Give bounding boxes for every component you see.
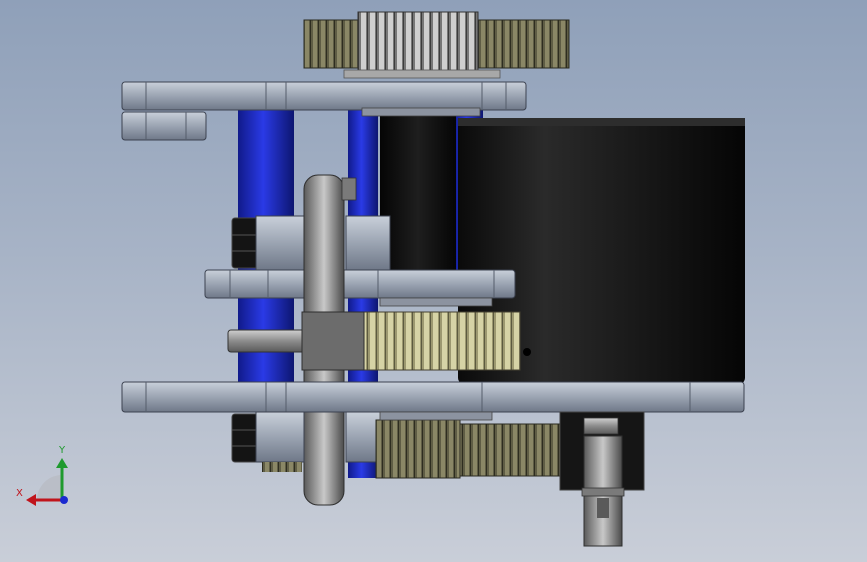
motor-shaft-housing	[380, 108, 456, 284]
lower-gear-hub	[375, 419, 461, 479]
triad-y-label: Y	[58, 445, 66, 456]
bottom-plate	[121, 381, 745, 413]
pulley-flange-top	[341, 177, 357, 201]
middle-plate-washer	[379, 297, 493, 307]
middle-plate	[204, 269, 516, 299]
spacer-upper	[255, 215, 305, 271]
triad-y-arrow	[56, 458, 68, 468]
spacer-lower	[255, 411, 305, 463]
top-plate	[121, 81, 527, 111]
triad-xy-plane	[37, 475, 62, 500]
top-plate-lip	[121, 111, 207, 141]
top-gear-hub	[357, 11, 479, 75]
triad-z-origin	[60, 496, 68, 504]
coordinate-triad: Y X	[16, 445, 68, 506]
assembly-drawing: Y X	[16, 11, 745, 547]
lower-plate-washer	[379, 411, 493, 421]
top-gear-flange	[343, 69, 501, 79]
spacer-upper-right	[345, 215, 391, 271]
bolt-head-lower	[231, 413, 259, 463]
cad-viewport[interactable]: Y X	[0, 0, 867, 562]
output-shaft-collar	[581, 487, 625, 497]
bolt-head-upper	[231, 217, 259, 269]
top-plate-washer	[361, 107, 481, 117]
triad-x-arrow	[26, 494, 36, 506]
pulley-hub	[301, 311, 365, 371]
motor-cap	[458, 118, 745, 126]
side-shaft	[227, 329, 309, 353]
triad-x-label: X	[16, 488, 23, 499]
lower-gear-small	[262, 462, 302, 472]
output-shaft-keyway	[597, 498, 609, 518]
motor-screw	[523, 348, 531, 356]
output-bearing-setscrew	[583, 417, 619, 435]
middle-gear	[361, 311, 521, 371]
